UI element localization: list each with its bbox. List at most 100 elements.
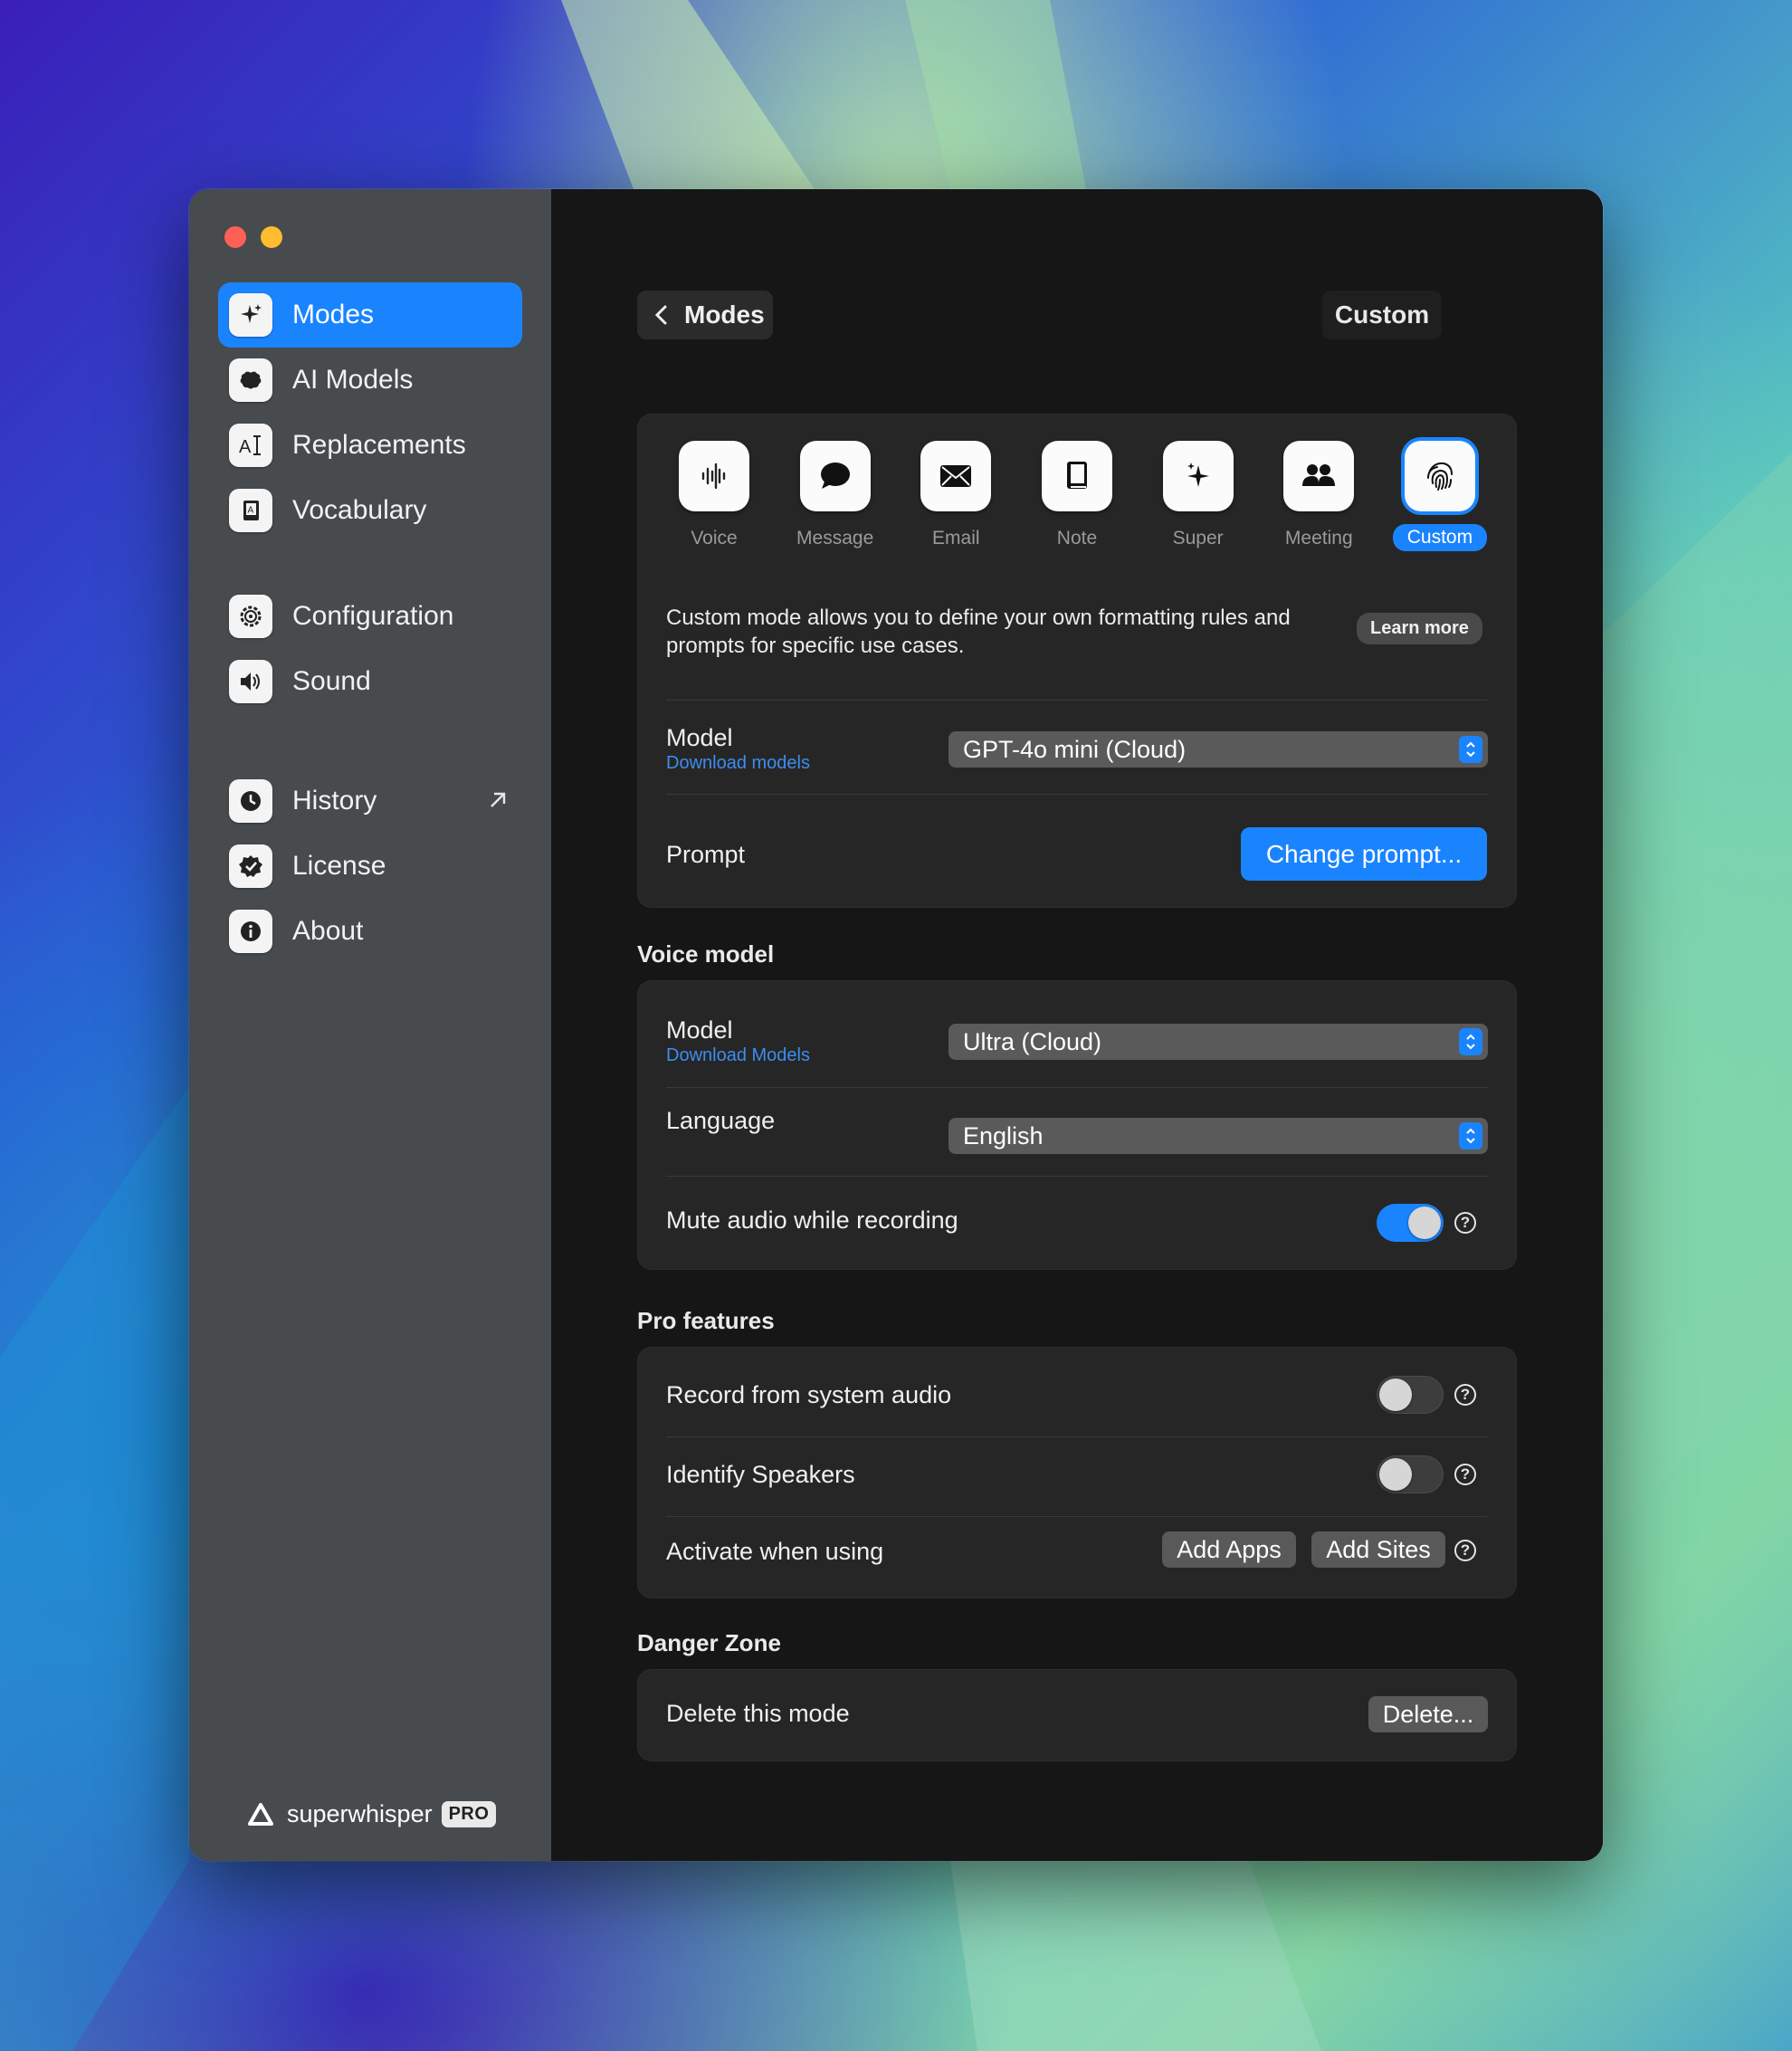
sidebar-item-label: Replacements [292, 430, 466, 460]
language-label: Language [666, 1107, 776, 1134]
toggle-knob [1379, 1378, 1412, 1411]
delete-button[interactable]: Delete... [1368, 1696, 1488, 1732]
sidebar-item-vocabulary[interactable]: A Vocabulary [218, 478, 522, 543]
sidebar-item-label: History [292, 786, 377, 816]
identify-speakers-toggle[interactable] [1377, 1455, 1444, 1493]
sidebar: Modes AI Models A Replacements A Vocabul… [189, 189, 551, 1861]
ai-model-select[interactable]: GPT-4o mini (Cloud) [948, 731, 1488, 768]
back-button[interactable]: Modes [637, 291, 773, 339]
mode-voice[interactable]: Voice [664, 441, 764, 551]
divider [666, 1087, 1488, 1088]
mute-audio-toggle[interactable] [1377, 1204, 1444, 1242]
mode-label: Custom [1392, 524, 1488, 551]
sidebar-item-label: Sound [292, 666, 371, 696]
mode-meeting[interactable]: Meeting [1269, 441, 1368, 551]
brain-icon [229, 358, 272, 402]
identify-speakers-label: Identify Speakers [666, 1461, 855, 1488]
mode-custom[interactable]: Custom [1390, 441, 1490, 551]
voice-model-card: Model Download Models Ultra (Cloud) Lang… [637, 980, 1517, 1270]
divider [666, 1176, 1488, 1177]
download-models-link[interactable]: Download models [666, 753, 810, 774]
add-sites-button[interactable]: Add Sites [1311, 1531, 1445, 1568]
divider [666, 1436, 1488, 1437]
language-select[interactable]: English [948, 1118, 1488, 1154]
gear-icon [229, 595, 272, 638]
speech-bubble-icon [799, 441, 871, 511]
select-value: GPT-4o mini (Cloud) [963, 735, 1187, 763]
mode-note[interactable]: Note [1027, 441, 1127, 551]
book-icon: A [229, 489, 272, 532]
divider [666, 700, 1488, 701]
sidebar-item-modes[interactable]: Modes [218, 282, 522, 348]
sidebar-item-label: Configuration [292, 601, 454, 631]
brand: superwhisper PRO [247, 1800, 497, 1828]
svg-text:A: A [239, 437, 252, 457]
sidebar-item-sound[interactable]: Sound [218, 649, 522, 714]
seal-check-icon [229, 844, 272, 888]
help-icon[interactable]: ? [1454, 1540, 1476, 1561]
people-icon [1283, 441, 1355, 511]
voice-model-heading: Voice model [637, 940, 775, 968]
select-value: English [963, 1121, 1044, 1150]
toggle-knob [1379, 1458, 1412, 1491]
mode-label: Voice [691, 528, 738, 549]
help-icon[interactable]: ? [1454, 1464, 1476, 1485]
sparkles-icon [1162, 441, 1234, 511]
close-window-button[interactable] [224, 226, 246, 248]
add-apps-button[interactable]: Add Apps [1162, 1531, 1296, 1568]
fingerprint-icon [1404, 441, 1475, 511]
sidebar-item-label: AI Models [292, 365, 414, 395]
divider [666, 1516, 1488, 1517]
select-value: Ultra (Cloud) [963, 1027, 1102, 1055]
voice-model-select[interactable]: Ultra (Cloud) [948, 1024, 1488, 1060]
sidebar-item-replacements[interactable]: A Replacements [218, 413, 522, 478]
change-prompt-button[interactable]: Change prompt... [1241, 827, 1487, 881]
sidebar-group-main: Modes AI Models A Replacements A Vocabul… [218, 282, 522, 543]
sidebar-item-license[interactable]: License [218, 834, 522, 899]
envelope-icon [920, 441, 992, 511]
mode-label: Note [1056, 528, 1098, 549]
voice-model-label: Model [666, 1016, 733, 1044]
divider [666, 794, 1488, 795]
delete-mode-label: Delete this mode [666, 1700, 850, 1727]
mode-label: Meeting [1284, 528, 1353, 549]
pro-features-heading: Pro features [637, 1307, 775, 1334]
model-label: Model [666, 724, 733, 751]
prompt-label: Prompt [666, 841, 746, 868]
page-title: Custom [1321, 291, 1443, 339]
sidebar-item-about[interactable]: About [218, 899, 522, 964]
sidebar-item-history[interactable]: History [218, 768, 522, 834]
mode-label: Email [932, 528, 980, 549]
minimize-window-button[interactable] [261, 226, 282, 248]
sidebar-item-ai-models[interactable]: AI Models [218, 348, 522, 413]
window-controls [224, 226, 282, 248]
info-icon [229, 910, 272, 953]
svg-text:A: A [248, 506, 254, 516]
main-content: Modes Custom Voice Message Email Note Su… [551, 189, 1603, 1861]
clock-icon [229, 779, 272, 823]
mode-message[interactable]: Message [786, 441, 885, 551]
system-audio-toggle[interactable] [1377, 1376, 1444, 1414]
download-voice-models-link[interactable]: Download Models [666, 1045, 810, 1066]
pro-badge: PRO [441, 1801, 497, 1827]
help-icon[interactable]: ? [1454, 1384, 1476, 1406]
mode-email[interactable]: Email [906, 441, 1006, 551]
sparkles-icon [229, 293, 272, 337]
superwhisper-logo-icon [248, 1802, 273, 1826]
chevron-up-down-icon [1459, 1122, 1482, 1150]
mode-selector: Voice Message Email Note Super Meeting C… [664, 441, 1490, 551]
chevron-left-icon [654, 305, 667, 325]
help-icon[interactable]: ? [1454, 1212, 1476, 1234]
learn-more-button[interactable]: Learn more [1357, 613, 1482, 644]
sidebar-item-label: License [292, 851, 386, 881]
mode-super[interactable]: Super [1149, 441, 1248, 551]
activate-when-label: Activate when using [666, 1538, 884, 1565]
chevron-up-down-icon [1459, 1028, 1482, 1055]
pro-features-card: Record from system audio ? Identify Spea… [637, 1347, 1517, 1598]
sidebar-group-other: History License About [218, 768, 522, 964]
danger-zone-heading: Danger Zone [637, 1629, 781, 1656]
app-window: Modes AI Models A Replacements A Vocabul… [189, 189, 1603, 1861]
text-cursor-icon: A [229, 424, 272, 467]
sidebar-item-configuration[interactable]: Configuration [218, 584, 522, 649]
mute-audio-label: Mute audio while recording [666, 1207, 958, 1234]
